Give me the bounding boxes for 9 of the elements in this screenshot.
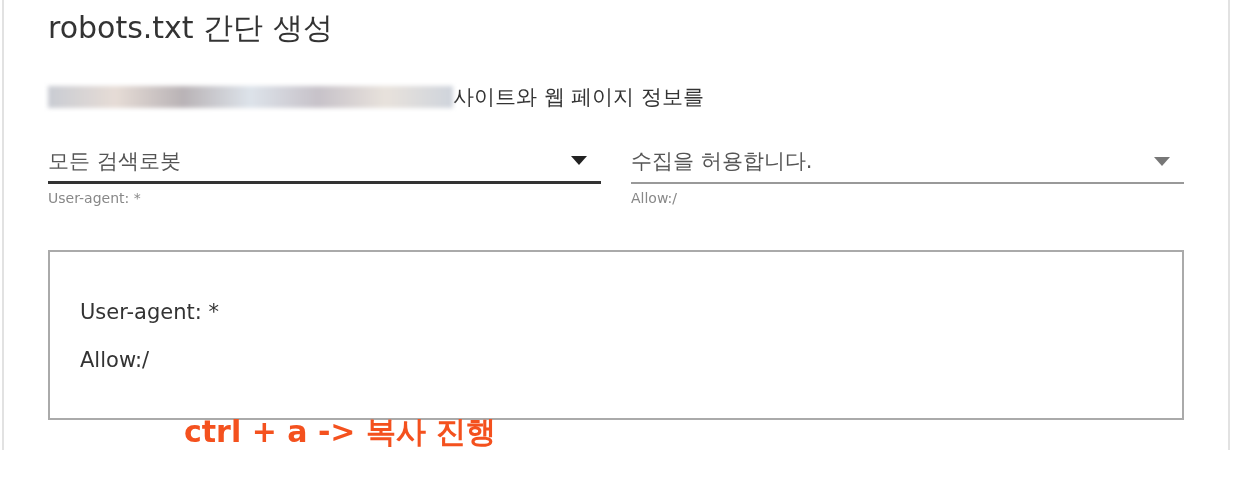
caret-icon bbox=[1154, 156, 1170, 166]
caret-icon bbox=[571, 156, 587, 165]
page-title: robots.txt 간단 생성 bbox=[48, 9, 334, 47]
dropdown[interactable]: 수집을 허용합니다. bbox=[631, 140, 1184, 184]
helper-text: Allow:/ bbox=[631, 190, 679, 206]
intro-text: 사이트와 웹 페이지 정보를 bbox=[453, 84, 705, 111]
helper-text: User-agent: * bbox=[48, 190, 142, 206]
output-textarea[interactable]: User-agent: * Allow:/ bbox=[48, 250, 1184, 420]
dropdown[interactable]: 모든 검색로봇 bbox=[48, 140, 601, 184]
